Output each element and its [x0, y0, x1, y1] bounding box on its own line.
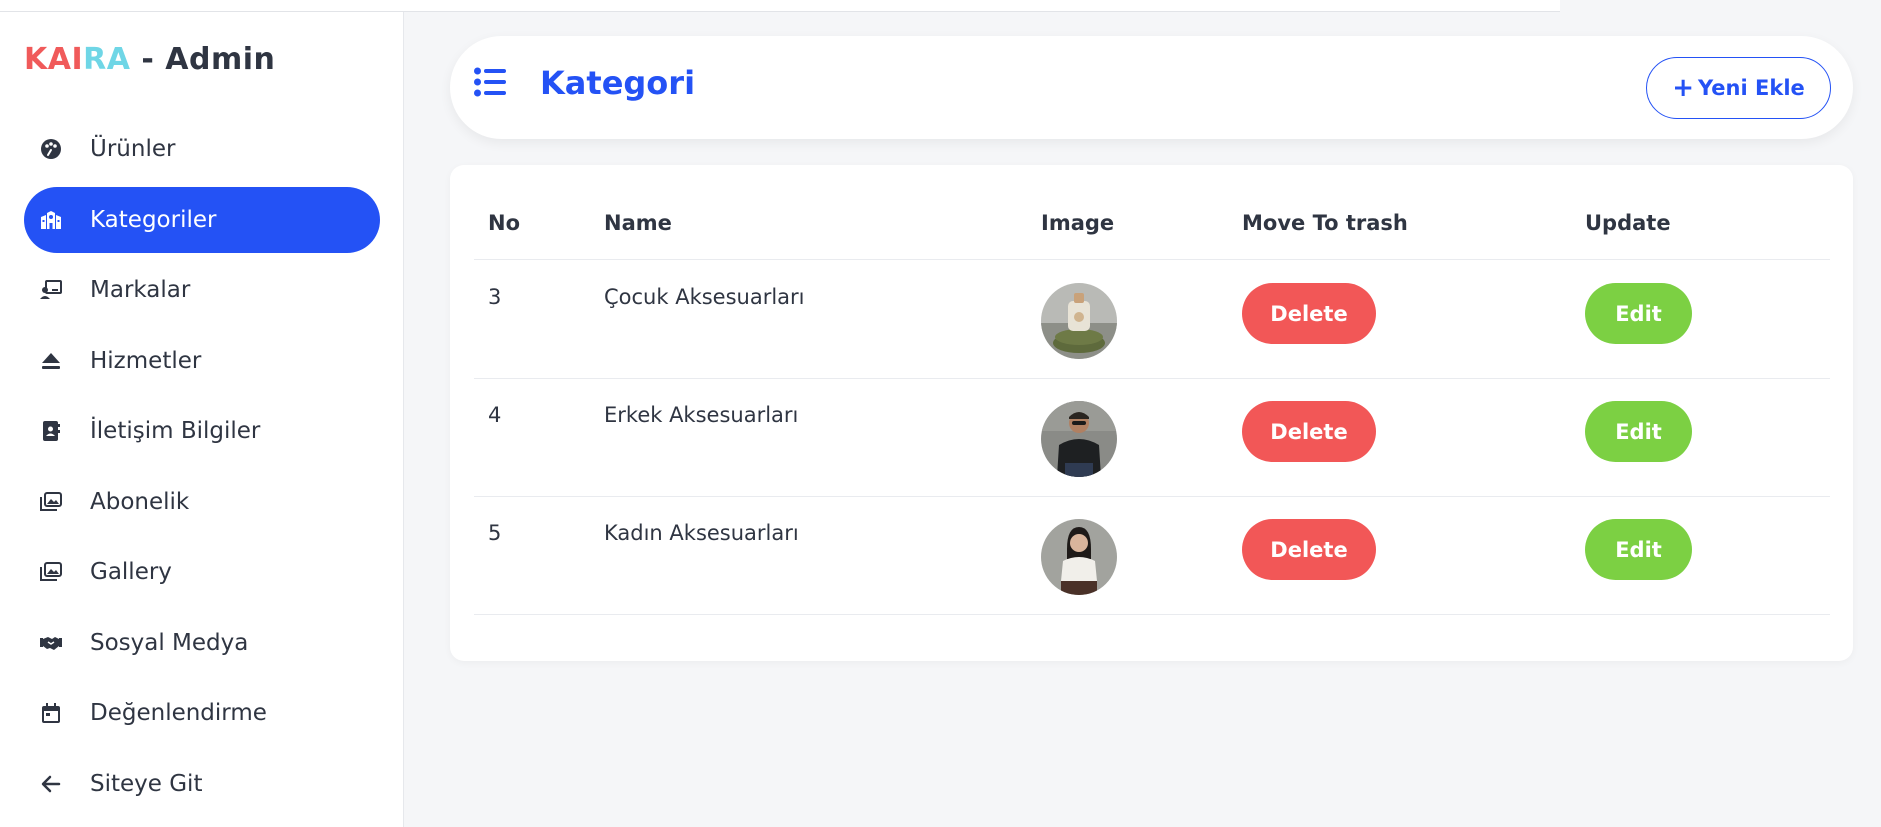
sidebar-item-label: Ürünler: [90, 136, 176, 162]
school-building-icon: [38, 207, 64, 233]
sidebar-item-label: Kategoriler: [90, 206, 217, 233]
edit-button[interactable]: Edit: [1585, 519, 1692, 580]
arrow-left-icon: [38, 771, 64, 797]
table-row: 3 Çocuk Aksesuarları Delete Edit: [474, 261, 1830, 379]
page-header: Kategori + Yeni Ekle: [450, 36, 1853, 139]
calendar-icon: [38, 700, 64, 726]
table-header: No Name Image Move To trash Update: [474, 203, 1830, 260]
sidebar-item-iletisim[interactable]: İletişim Bilgiler: [24, 398, 380, 464]
column-header-update: Update: [1585, 211, 1671, 235]
add-new-button[interactable]: + Yeni Ekle: [1646, 57, 1831, 119]
brand-logo-part-admin: - Admin: [130, 42, 276, 77]
sidebar-item-label: Sosyal Medya: [90, 629, 249, 656]
sidebar-item-label: Değenlendirme: [90, 700, 267, 726]
delete-button[interactable]: Delete: [1242, 519, 1376, 580]
contact-book-icon: [38, 418, 64, 444]
presentation-user-icon: [38, 277, 64, 303]
edit-button[interactable]: Edit: [1585, 283, 1692, 344]
row-name: Çocuk Aksesuarları: [604, 285, 805, 309]
sidebar-item-sosyal-medya[interactable]: Sosyal Medya: [24, 610, 380, 676]
sidebar-item-urunler[interactable]: Ürünler: [24, 116, 380, 182]
images-icon: [38, 559, 64, 585]
category-thumbnail: [1041, 519, 1117, 595]
table-row: 5 Kadın Aksesuarları Delete Edit: [474, 497, 1830, 615]
handshake-icon: [38, 630, 64, 656]
column-header-image: Image: [1041, 211, 1115, 235]
sidebar-item-label: Markalar: [90, 277, 191, 303]
sidebar-item-hizmetler[interactable]: Hizmetler: [24, 328, 380, 394]
brand-logo-part-kai: KAI: [24, 42, 84, 77]
row-name: Kadın Aksesuarları: [604, 521, 799, 545]
column-header-no: No: [488, 211, 521, 235]
eject-icon: [38, 348, 64, 374]
sidebar-item-label: Abonelik: [90, 488, 190, 515]
sidebar: KAIRA - Admin Ürünler Kategoriler Markal…: [0, 12, 404, 827]
delete-button[interactable]: Delete: [1242, 283, 1376, 344]
sidebar-item-label: Hizmetler: [90, 347, 202, 374]
sidebar-item-label: İletişim Bilgiler: [90, 418, 261, 444]
sidebar-item-degerlendirme[interactable]: Değenlendirme: [24, 680, 380, 746]
add-new-label: Yeni Ekle: [1698, 76, 1805, 100]
page-title: Kategori: [540, 64, 696, 102]
category-thumbnail: [1041, 401, 1117, 477]
category-thumbnail: [1041, 283, 1117, 359]
plus-icon: +: [1672, 73, 1695, 103]
sidebar-item-abonelik[interactable]: Abonelik: [24, 469, 380, 535]
column-header-name: Name: [604, 211, 672, 235]
list-icon[interactable]: [474, 67, 506, 97]
row-no: 5: [488, 521, 502, 545]
sidebar-nav: Ürünler Kategoriler Markalar Hizmetler İ…: [24, 116, 380, 821]
sidebar-item-kategoriler[interactable]: Kategoriler: [24, 186, 380, 253]
sidebar-item-siteye-git[interactable]: Siteye Git: [24, 751, 380, 817]
brand-logo[interactable]: KAIRA - Admin: [24, 42, 275, 77]
images-icon: [38, 489, 64, 515]
sidebar-item-label: Gallery: [90, 559, 172, 585]
browser-top-line: [0, 0, 1560, 12]
row-name: Erkek Aksesuarları: [604, 403, 799, 427]
table-row: 4 Erkek Aksesuarları Delete Edit: [474, 379, 1830, 497]
edit-button[interactable]: Edit: [1585, 401, 1692, 462]
row-no: 3: [488, 285, 502, 309]
sidebar-item-gallery[interactable]: Gallery: [24, 539, 380, 605]
palette-icon: [38, 136, 64, 162]
sidebar-item-label: Siteye Git: [90, 770, 203, 797]
category-table: No Name Image Move To trash Update 3 Çoc…: [450, 165, 1853, 661]
delete-button[interactable]: Delete: [1242, 401, 1376, 462]
column-header-move-to-trash: Move To trash: [1242, 211, 1408, 235]
brand-logo-part-ra: RA: [83, 42, 131, 77]
row-no: 4: [488, 403, 502, 427]
sidebar-item-markalar[interactable]: Markalar: [24, 257, 380, 323]
